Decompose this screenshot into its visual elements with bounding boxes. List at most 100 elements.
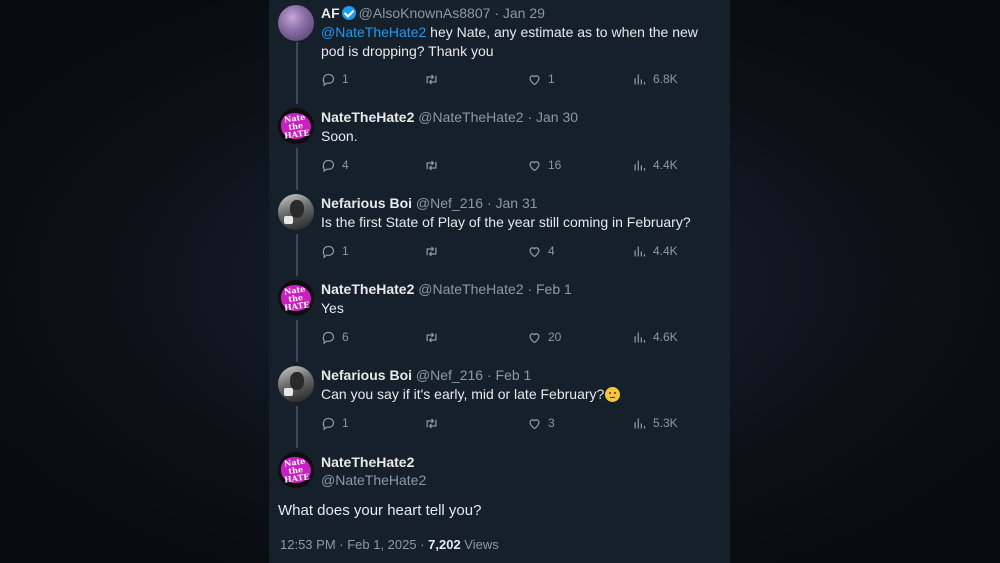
reply-icon [322,245,335,258]
avatar[interactable]: Nate the HATE [278,452,314,488]
author-handle[interactable]: @AlsoKnownAs8807 [359,5,491,21]
author-name[interactable]: AF [321,5,340,21]
tweet-date[interactable]: Jan 31 [496,195,538,211]
tweet-text: Is the first State of Play of the year s… [321,214,691,230]
author-name[interactable]: NateTheHate2 [321,281,414,297]
reply-icon [322,73,335,86]
retweet-icon [426,160,437,170]
like-count: 16 [548,158,562,172]
retweet-icon [426,418,437,428]
author-handle[interactable]: @NateTheHate2 [321,472,426,488]
view-count: 4.6K [653,330,678,344]
tweet-text: What does your heart tell you? [278,502,482,519]
author-name[interactable]: Nefarious Boi [321,195,412,211]
separator: · [486,195,492,211]
views-icon [634,418,646,428]
tweet-date[interactable]: Feb 1 [496,367,532,383]
like-icon [529,160,540,171]
separator: · [494,5,499,21]
verified-badge-icon [341,6,356,20]
like-icon [529,332,540,343]
like-button[interactable]: 4 [527,242,555,260]
thread-connector [296,406,298,448]
views-icon [634,332,646,342]
reply-icon [322,159,335,172]
retweet-icon [426,332,437,342]
reply-icon [322,417,335,430]
views-icon [634,74,646,84]
author-name[interactable]: Nefarious Boi [321,367,412,383]
like-icon [529,74,540,85]
separator: · [527,109,533,125]
action-bar: 6 20 4.6K [321,328,691,346]
reply-button[interactable]: 4 [321,156,349,174]
views-button[interactable]: 4.4K [632,242,678,260]
avatar[interactable] [278,366,314,402]
tweet-text-content: Can you say if it's early, mid or late F… [321,386,605,402]
retweet-icon [426,246,437,256]
reply-count: 6 [342,330,349,344]
thread-connector [296,234,298,276]
thread-panel: AF @AlsoKnownAs8807 · Jan 29 @NateTheHate… [269,0,730,563]
like-count: 1 [548,72,555,86]
tweet-text: Soon. [321,128,358,144]
views-button[interactable]: 5.3K [632,414,678,432]
thread-connector [296,320,298,362]
reply-count: 1 [342,244,349,258]
action-bar: 4 16 4.4K [321,156,691,174]
avatar[interactable] [278,194,314,230]
like-button[interactable]: 3 [527,414,555,432]
retweet-button[interactable] [424,242,445,260]
views-label: Views [460,537,499,552]
retweet-icon [426,74,437,84]
avatar[interactable]: Nate the HATE [278,280,314,316]
view-count: 6.8K [653,72,678,86]
reply-button[interactable]: 1 [321,414,349,432]
separator: · [486,367,492,383]
retweet-button[interactable] [424,70,445,88]
view-count: 4.4K [653,158,678,172]
thinking-face-emoji [605,387,621,402]
author-handle[interactable]: @NateTheHate2 [418,109,523,125]
views-button[interactable]: 4.4K [632,156,678,174]
view-count: 7,202 [428,537,461,552]
like-icon [529,246,540,257]
thread-connector [296,42,298,104]
like-button[interactable]: 16 [527,156,561,174]
tweet-date[interactable]: Jan 30 [536,109,578,125]
author-handle[interactable]: @Nef_216 [416,195,483,211]
tweet-date[interactable]: Feb 1 [536,281,572,297]
reply-count: 1 [342,416,349,430]
reply-icon [322,331,335,344]
author-handle[interactable]: @NateTheHate2 [418,281,523,297]
reply-button[interactable]: 1 [321,70,349,88]
reply-button[interactable]: 6 [321,328,349,346]
like-count: 3 [548,416,555,430]
retweet-button[interactable] [424,156,445,174]
view-count: 5.3K [653,416,678,430]
reply-count: 4 [342,158,349,172]
views-button[interactable]: 6.8K [632,70,678,88]
like-icon [529,418,540,429]
separator: · [527,281,533,297]
author-name[interactable]: NateTheHate2 [321,109,414,125]
retweet-button[interactable] [424,414,445,432]
avatar[interactable]: Nate the HATE [278,108,314,144]
author-handle[interactable]: @Nef_216 [416,367,483,383]
views-button[interactable]: 4.6K [632,328,678,346]
timestamp[interactable]: 12:53 PM · Feb 1, 2025 · [280,537,428,552]
author-name[interactable]: NateTheHate2 [321,454,414,470]
like-count: 20 [548,330,562,344]
avatar[interactable] [278,5,314,41]
mention-link[interactable]: @NateTheHate2 [321,24,426,40]
like-button[interactable]: 20 [527,328,561,346]
reply-button[interactable]: 1 [321,242,349,260]
action-bar: 1 4 4.4K [321,242,691,260]
reply-count: 1 [342,72,349,86]
view-count: 4.4K [653,244,678,258]
like-button[interactable]: 1 [527,70,555,88]
tweet-meta: 12:53 PM · Feb 1, 2025 · 7,202 Views [280,537,499,552]
retweet-button[interactable] [424,328,445,346]
action-bar: 1 3 5.3K [321,414,691,432]
tweet-date[interactable]: Jan 29 [503,5,545,21]
